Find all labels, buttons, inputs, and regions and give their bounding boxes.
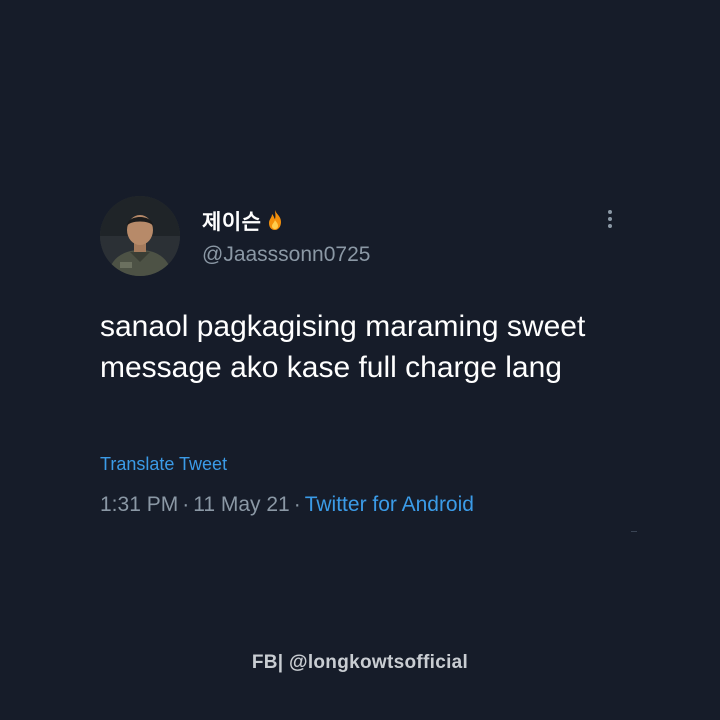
translate-tweet-link[interactable]: Translate Tweet	[100, 454, 227, 475]
tweet-time: 1:31 PM	[100, 493, 179, 516]
flame-icon	[263, 208, 287, 237]
tweet-date: 11 May 21	[193, 493, 290, 516]
meta-separator: ·	[182, 493, 190, 516]
avatar-photo	[100, 196, 180, 276]
meta-separator: ·	[293, 493, 301, 516]
tweet-source-link[interactable]: Twitter for Android	[305, 493, 474, 516]
user-handle[interactable]: @Jaasssonn0725	[202, 243, 370, 267]
divider	[631, 531, 637, 532]
tweet-meta: 1:31 PM · 11 May 21 · Twitter for Android	[100, 493, 474, 517]
tweet-text: sanaol pagkagising maraming sweet messag…	[100, 310, 586, 384]
display-name-text: 제이슨	[202, 210, 262, 234]
more-vertical-icon[interactable]	[600, 210, 620, 234]
avatar[interactable]	[100, 196, 180, 276]
display-name[interactable]: 제이슨	[202, 206, 287, 237]
footer-credit: FB| @longkowtsofficial	[251, 652, 469, 673]
